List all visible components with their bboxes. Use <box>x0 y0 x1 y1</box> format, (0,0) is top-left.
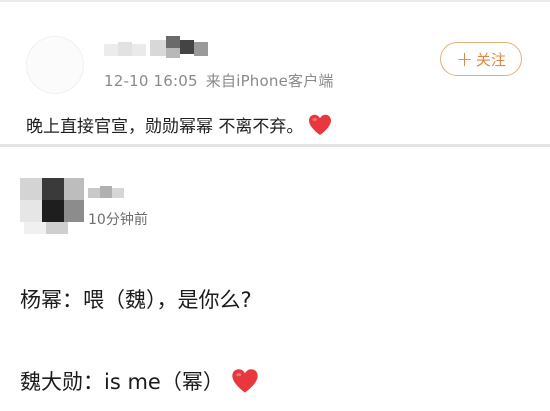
post-text: 晚上直接官宣，勋勋幂幂 不离不弃。 <box>26 117 304 137</box>
follow-label: 关注 <box>475 50 506 69</box>
post-meta: 12-10 16:05 来自iPhone客户端 <box>104 70 334 91</box>
avatar[interactable] <box>26 36 84 94</box>
post-timestamp: 12-10 16:05 <box>104 72 198 90</box>
post-time-ago: 10分钟前 <box>88 212 148 228</box>
post-content: 晚上直接官宣，勋勋幂幂 不离不弃。 <box>26 112 333 137</box>
weibo-post-card: 12-10 16:05 来自iPhone客户端 + 关注 晚上直接官宣，勋勋幂幂 … <box>0 2 550 140</box>
heart-emoji-icon <box>232 369 258 393</box>
avatar-redacted[interactable] <box>20 168 86 234</box>
heart-emoji-icon <box>309 114 332 135</box>
dialog-text: 魏大勋：is me（幂） <box>20 370 224 394</box>
dialog-text: 杨幂：喂（魏），是你么? <box>20 288 252 312</box>
username-redacted[interactable] <box>104 36 214 60</box>
dialog-line: 杨幂：喂（魏），是你么? <box>20 284 252 314</box>
post-source: 来自iPhone客户端 <box>205 72 334 90</box>
username-redacted[interactable] <box>88 184 132 200</box>
dialog-line: 魏大勋：is me（幂） <box>20 366 260 396</box>
follow-button[interactable]: + 关注 <box>440 42 522 76</box>
section-divider <box>0 144 550 147</box>
plus-icon: + <box>456 47 473 71</box>
